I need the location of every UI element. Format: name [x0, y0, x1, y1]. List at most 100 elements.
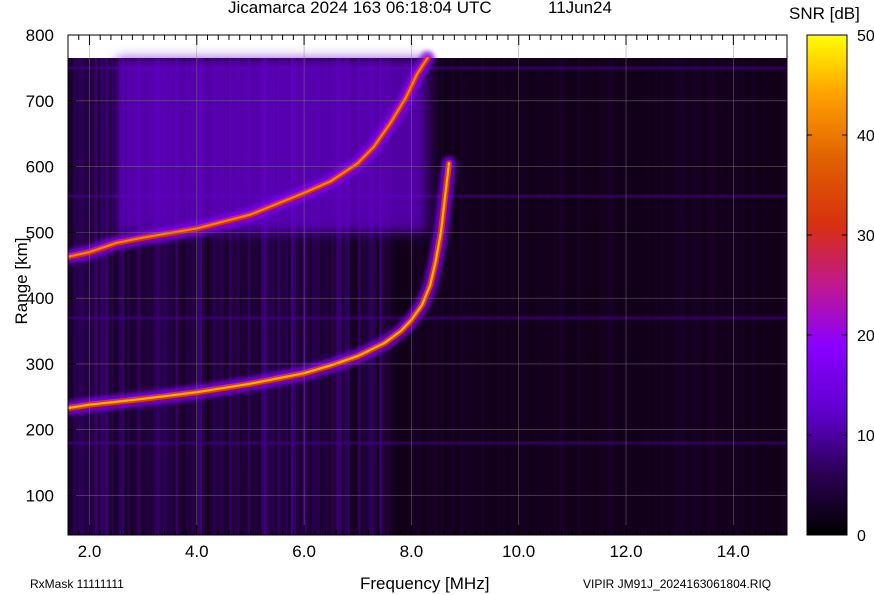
trace-point [388, 122, 391, 125]
noise-streak [558, 58, 562, 535]
noise-streak [768, 58, 771, 535]
noise-streak [623, 58, 627, 535]
noise-streak [663, 58, 667, 535]
noise-streak [100, 58, 103, 535]
trace-point [249, 382, 252, 385]
noise-streak [567, 58, 570, 535]
noise-streak [674, 58, 678, 535]
noise-streak [86, 58, 90, 535]
noise-streak [529, 58, 532, 535]
y-tick-label: 700 [26, 92, 54, 111]
noise-streak [599, 58, 602, 535]
colorbar-tick-label: 40 [857, 128, 874, 145]
noise-streak [647, 58, 651, 535]
noise-streak [470, 58, 474, 535]
noise-streak [668, 58, 672, 535]
noise-streak [553, 58, 557, 535]
noise-streak [629, 58, 632, 535]
noise-streak [760, 58, 763, 535]
trace-point [421, 303, 424, 306]
noise-streak [766, 58, 769, 535]
trace-point [142, 397, 145, 400]
noise-streak [773, 58, 777, 535]
noise-streak [597, 58, 600, 535]
noise-streak [701, 58, 704, 535]
y-tick-label: 100 [26, 487, 54, 506]
noise-streak [478, 58, 482, 535]
noise-streak [650, 58, 653, 535]
noise-streak [736, 58, 739, 535]
noise-streak [618, 58, 621, 535]
noise-streak [505, 58, 508, 535]
trace-point [415, 73, 418, 76]
noise-streak [738, 58, 742, 535]
trace-point [249, 213, 252, 216]
noise-streak [102, 58, 106, 535]
noise-streak [550, 58, 554, 535]
rx-mask-label: RxMask 11111111 [30, 577, 124, 591]
noise-streak [534, 58, 538, 535]
trace-point [434, 261, 437, 263]
noise-streak [572, 58, 576, 535]
noise-streak [507, 58, 511, 535]
noise-streak [671, 58, 675, 535]
noise-streak [518, 58, 522, 535]
y-tick-label: 300 [26, 355, 54, 374]
noise-streak [762, 58, 766, 535]
noise-streak [457, 58, 460, 535]
noise-streak [631, 58, 635, 535]
noise-streak [81, 58, 85, 535]
noise-streak [620, 58, 624, 535]
trace-point [142, 236, 145, 239]
trace-point [383, 341, 386, 344]
noise-streak [510, 58, 514, 535]
noise-streak [462, 58, 466, 535]
trace-point [372, 145, 375, 148]
noise-streak [70, 58, 74, 535]
noise-streak [679, 58, 683, 535]
noise-streak [502, 58, 506, 535]
trace-point [426, 57, 429, 59]
y-tick-label: 600 [26, 158, 54, 177]
noise-streak [500, 58, 503, 535]
x-tick-label: 4.0 [185, 542, 209, 561]
noise-streak [448, 58, 452, 535]
noise-streak [642, 58, 645, 535]
noise-streak [604, 58, 608, 535]
noise-streak [92, 58, 95, 535]
x-axis-label: Frequency [MHz] [360, 574, 490, 593]
trace-point [399, 330, 402, 333]
noise-streak [687, 58, 691, 535]
noise-streak [432, 58, 436, 535]
noise-streak [685, 58, 688, 535]
noise-streak [703, 58, 707, 535]
x-tick-label: 14.0 [717, 542, 750, 561]
noise-streak [438, 58, 441, 535]
interference-row [68, 441, 787, 445]
colorbar-tick-label: 20 [857, 328, 874, 345]
colorbar-tick-label: 50 [857, 28, 874, 45]
x-tick-label: 8.0 [400, 542, 424, 561]
y-axis-label: Range [km] [12, 237, 31, 325]
noise-streak [615, 58, 618, 535]
noise-streak [524, 58, 527, 535]
noise-streak [545, 58, 549, 535]
noise-streak [698, 58, 702, 535]
colorbar [806, 34, 848, 536]
noise-streak [521, 58, 525, 535]
noise-streak [443, 58, 447, 535]
x-tick-label: 12.0 [609, 542, 642, 561]
noise-streak [440, 58, 444, 535]
noise-streak [725, 58, 728, 535]
heatmap [68, 51, 787, 535]
noise-streak [722, 58, 726, 535]
noise-streak [446, 58, 449, 535]
noise-streak [513, 58, 517, 535]
noise-streak [612, 58, 616, 535]
colorbar-tick-label: 30 [857, 228, 874, 245]
noise-streak [481, 58, 484, 535]
colorbar-tick-label: 10 [857, 428, 874, 445]
noise-streak [526, 58, 530, 535]
noise-streak [585, 58, 589, 535]
trace-point [115, 241, 118, 244]
